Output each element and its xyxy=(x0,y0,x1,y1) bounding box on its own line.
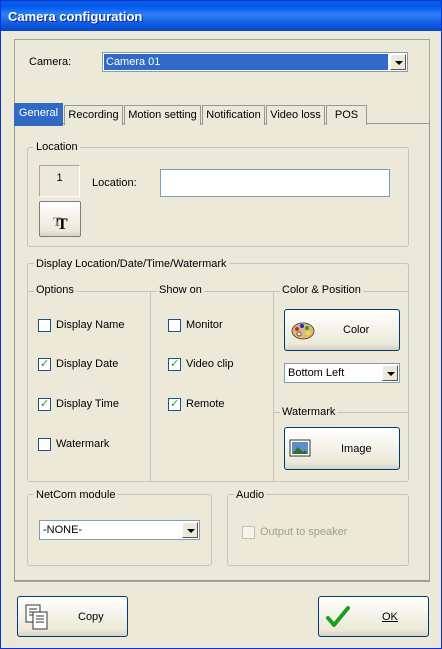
location-field-label: Location: xyxy=(92,177,137,189)
options-title: Options xyxy=(34,284,76,296)
checkmark-icon: ✓ xyxy=(40,398,50,410)
divider xyxy=(273,291,274,481)
output-to-speaker-label: Output to speaker xyxy=(260,526,348,538)
tab-motion-setting[interactable]: Motion setting xyxy=(124,105,201,125)
image-button[interactable]: Image xyxy=(284,427,400,470)
display-name-label: Display Name xyxy=(56,319,125,331)
tab-label: General xyxy=(18,107,59,119)
copy-button[interactable]: Copy xyxy=(17,596,128,637)
netcom-select-value: -NONE- xyxy=(43,524,83,536)
font-button[interactable]: T T xyxy=(39,201,81,237)
netcom-select[interactable]: -NONE- xyxy=(39,520,200,540)
tab-pos[interactable]: POS xyxy=(326,105,367,125)
watermark-title: Watermark xyxy=(280,406,338,418)
chevron-down-icon[interactable] xyxy=(390,54,406,70)
location-number-value: 1 xyxy=(56,172,63,184)
checkmark-icon: ✓ xyxy=(170,358,180,370)
audio-group-title: Audio xyxy=(234,489,267,501)
tab-video-loss[interactable]: Video loss xyxy=(266,105,325,125)
tab-label: POS xyxy=(334,109,359,121)
remote-label: Remote xyxy=(186,398,225,410)
display-time-checkbox[interactable]: ✓ xyxy=(38,398,51,411)
checkmark-icon xyxy=(326,606,350,627)
display-group-title: Display Location/Date/Time/Watermark xyxy=(34,258,229,270)
netcom-group-title: NetCom module xyxy=(34,489,118,501)
output-to-speaker-checkbox[interactable] xyxy=(242,526,255,539)
palette-icon xyxy=(291,322,315,340)
video-clip-checkbox[interactable]: ✓ xyxy=(168,358,181,371)
position-select-value: Bottom Left xyxy=(288,367,345,379)
display-date-checkbox[interactable]: ✓ xyxy=(38,358,51,371)
position-select[interactable]: Bottom Left xyxy=(284,363,400,383)
image-button-label: Image xyxy=(341,443,372,455)
camera-configuration-window: Camera configuration Camera: Camera 01 G… xyxy=(0,0,442,649)
color-position-title: Color & Position xyxy=(280,284,363,296)
divider xyxy=(150,291,151,481)
chevron-down-icon[interactable] xyxy=(382,365,398,381)
camera-select[interactable]: Camera 01 xyxy=(102,52,408,72)
remote-checkbox[interactable]: ✓ xyxy=(168,398,181,411)
camera-select-value: Camera 01 xyxy=(104,54,388,70)
tab-recording[interactable]: Recording xyxy=(64,105,123,125)
location-number: 1 xyxy=(39,165,80,197)
text-font-icon: T T xyxy=(53,214,68,233)
watermark-checkbox[interactable] xyxy=(38,438,51,451)
monitor-label: Monitor xyxy=(186,319,223,331)
chevron-down-icon[interactable] xyxy=(182,522,198,538)
tab-label: Recording xyxy=(68,109,119,121)
location-group-title: Location xyxy=(34,141,80,153)
video-clip-label: Video clip xyxy=(186,358,234,370)
location-input[interactable] xyxy=(160,169,390,197)
checkmark-icon: ✓ xyxy=(40,358,50,370)
window-title: Camera configuration xyxy=(8,9,143,24)
show-on-title: Show on xyxy=(157,284,204,296)
display-date-label: Display Date xyxy=(56,358,119,370)
ok-button[interactable]: OK xyxy=(318,596,429,637)
color-button[interactable]: Color xyxy=(284,309,400,351)
color-button-label: Color xyxy=(343,324,370,336)
svg-text:T: T xyxy=(57,216,68,233)
display-time-label: Display Time xyxy=(56,398,119,410)
picture-icon xyxy=(289,439,311,457)
ok-button-label: OK xyxy=(382,611,398,623)
camera-label: Camera: xyxy=(29,56,72,68)
tab-label: Notification xyxy=(206,109,261,121)
display-name-checkbox[interactable] xyxy=(38,319,51,332)
location-group xyxy=(27,147,409,247)
tab-label: Motion setting xyxy=(128,109,197,121)
watermark-option-label: Watermark xyxy=(56,438,110,450)
title-bar[interactable]: Camera configuration xyxy=(1,1,441,31)
tab-label: Video loss xyxy=(270,109,321,121)
tab-general[interactable]: General xyxy=(14,103,63,126)
copy-button-label: Copy xyxy=(78,611,104,623)
checkmark-icon: ✓ xyxy=(170,398,180,410)
tab-notification[interactable]: Notification xyxy=(202,105,265,125)
monitor-checkbox[interactable] xyxy=(168,319,181,332)
copy-document-icon xyxy=(25,604,48,630)
